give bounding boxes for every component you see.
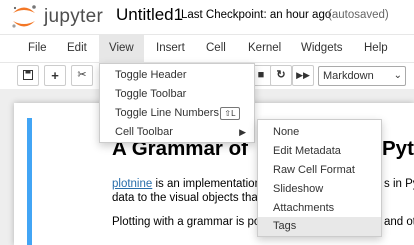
- menu-widgets[interactable]: Widgets: [291, 35, 353, 62]
- cell-paragraph-3-tail: and ot: [384, 216, 414, 228]
- save-button[interactable]: [17, 65, 39, 86]
- insert-cell-button[interactable]: +: [44, 65, 66, 86]
- toggle-toolbar-item[interactable]: Toggle Toolbar: [100, 85, 254, 104]
- cut-button[interactable]: ✂: [71, 65, 93, 86]
- cell-toolbar-slideshow[interactable]: Slideshow: [258, 180, 381, 199]
- stop-icon: ■: [257, 69, 265, 81]
- cell-type-value: Markdown: [323, 70, 374, 82]
- toggle-header-item[interactable]: Toggle Header: [100, 66, 254, 85]
- notebook-name[interactable]: Untitled1: [116, 5, 183, 25]
- paragraph-1-text: is an implementation: [152, 178, 261, 190]
- checkpoint-status: Last Checkpoint: an hour ago: [181, 9, 332, 21]
- cell-paragraph-3: Plotting with a grammar is po: [112, 216, 261, 228]
- cell-toolbar-tags[interactable]: Tags: [258, 217, 381, 236]
- save-icon: [23, 70, 33, 80]
- submenu-caret-icon: ▶: [239, 127, 246, 137]
- plus-icon: +: [51, 68, 59, 83]
- cell-paragraph-2: data to the visual objects that: [112, 192, 261, 204]
- restart-run-all-button[interactable]: ▶▶: [292, 65, 314, 86]
- fast-forward-icon: ▶▶: [296, 70, 310, 80]
- header: jupyter Untitled1 Last Checkpoint: an ho…: [0, 0, 414, 34]
- menu-file[interactable]: File: [18, 35, 57, 62]
- menu-help[interactable]: Help: [354, 35, 398, 62]
- menu-insert[interactable]: Insert: [146, 35, 195, 62]
- toggle-line-numbers-label: Toggle Line Numbers: [115, 107, 219, 119]
- chevron-down-icon: ⌄: [393, 70, 402, 81]
- cell-toolbar-attachments[interactable]: Attachments: [258, 199, 381, 218]
- cell-type-select[interactable]: Markdown ⌄: [318, 66, 406, 86]
- cell-toolbar-item[interactable]: Cell Toolbar ▶: [100, 123, 254, 142]
- menu-edit[interactable]: Edit: [57, 35, 97, 62]
- menu-kernel[interactable]: Kernel: [238, 35, 291, 62]
- cell-paragraph-1: plotnine is an implementation: [112, 178, 261, 190]
- view-menu-dropdown: Toggle Header Toggle Toolbar Toggle Line…: [99, 63, 255, 143]
- cell-toolbar-edit-metadata[interactable]: Edit Metadata: [258, 142, 381, 161]
- logo-text: jupyter: [44, 6, 104, 27]
- jupyter-logo-icon: [12, 5, 36, 28]
- scissors-icon: ✂: [77, 69, 87, 81]
- autosave-status: (autosaved): [328, 9, 389, 21]
- restart-icon: ↻: [276, 69, 286, 81]
- toggle-line-numbers-item[interactable]: Toggle Line Numbers ⇧L: [100, 104, 254, 123]
- menu-view[interactable]: View: [99, 35, 144, 62]
- cell-heading-tail: Pyt: [382, 137, 414, 160]
- plotnine-link[interactable]: plotnine: [112, 178, 152, 190]
- restart-button[interactable]: ↻: [270, 65, 292, 86]
- cell-toolbar-submenu: None Edit Metadata Raw Cell Format Slide…: [257, 119, 382, 237]
- cell-toolbar-raw-cell-format[interactable]: Raw Cell Format: [258, 161, 381, 180]
- menu-cell[interactable]: Cell: [196, 35, 236, 62]
- jupyter-logo[interactable]: jupyter: [10, 4, 105, 30]
- cell-toolbar-none[interactable]: None: [258, 123, 381, 142]
- cell-toolbar-label: Cell Toolbar: [115, 126, 173, 138]
- selected-cell-indicator: [27, 118, 32, 245]
- cell-paragraph-1-tail: s in Py: [384, 178, 414, 190]
- menubar: File Edit View Insert Cell Kernel Widget…: [0, 34, 414, 63]
- keyboard-shortcut-badge: ⇧L: [220, 107, 240, 120]
